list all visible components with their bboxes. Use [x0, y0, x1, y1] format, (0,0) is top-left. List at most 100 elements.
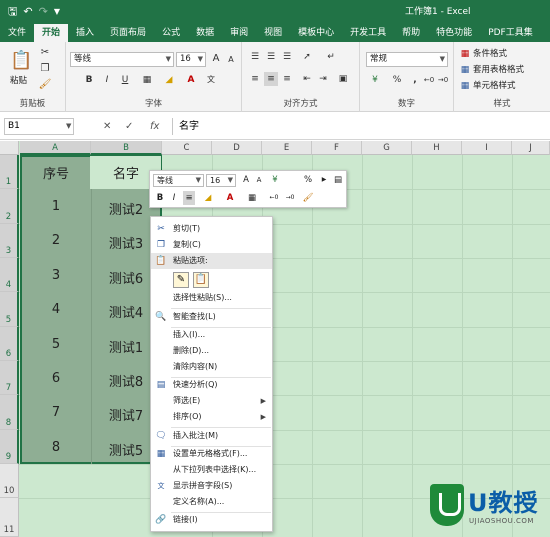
- merge-icon[interactable]: ▣: [336, 72, 350, 86]
- mini-bold-button[interactable]: B: [154, 191, 166, 205]
- menu-item-insert[interactable]: 插入(I)...: [151, 327, 272, 343]
- tab-features[interactable]: 特色功能: [428, 24, 480, 42]
- wrap-text-icon[interactable]: ↵: [324, 50, 338, 64]
- mini-size-combo[interactable]: 16 ▼: [206, 174, 236, 187]
- column-header-i[interactable]: I: [462, 141, 512, 155]
- row-header-9[interactable]: 9: [0, 430, 19, 464]
- increase-decimal-icon[interactable]: ←0: [422, 73, 436, 87]
- tab-pdf-tools[interactable]: PDF工具集: [480, 24, 541, 42]
- tab-file[interactable]: 文件: [0, 24, 34, 42]
- menu-item-filter[interactable]: 筛选(E) ▶: [151, 393, 272, 409]
- table-format-icon[interactable]: ▦: [458, 63, 472, 77]
- align-middle-icon[interactable]: ☰: [264, 50, 278, 64]
- row-header-6[interactable]: 6: [0, 327, 19, 361]
- insert-function-button[interactable]: fx: [150, 118, 159, 135]
- redo-icon[interactable]: ↷: [39, 0, 48, 24]
- tab-insert[interactable]: 插入: [68, 24, 102, 42]
- decrease-decimal-icon[interactable]: →0: [284, 191, 296, 205]
- align-right-icon[interactable]: ≡: [280, 72, 294, 86]
- increase-decimal-icon[interactable]: ←0: [268, 191, 280, 205]
- cell-styles-button[interactable]: 单元格样式: [473, 79, 516, 93]
- chevron-right-icon[interactable]: ▶: [318, 173, 330, 187]
- row-header-7[interactable]: 7: [0, 361, 19, 395]
- menu-item-insert-comment[interactable]: 🗨 插入批注(M): [151, 428, 272, 444]
- align-left-icon[interactable]: ≡: [248, 72, 262, 86]
- underline-button[interactable]: U: [118, 73, 132, 87]
- tab-template-center[interactable]: 模板中心: [290, 24, 342, 42]
- merge-icon[interactable]: ▤: [332, 173, 344, 187]
- menu-item-delete[interactable]: 删除(D)...: [151, 343, 272, 359]
- name-box[interactable]: B1: [4, 118, 74, 135]
- customize-icon[interactable]: ▼: [54, 0, 60, 24]
- chevron-down-icon[interactable]: ▼: [66, 118, 71, 135]
- italic-button[interactable]: I: [100, 73, 114, 87]
- tab-page-layout[interactable]: 页面布局: [102, 24, 154, 42]
- decrease-decimal-icon[interactable]: →0: [436, 73, 450, 87]
- format-painter-icon[interactable]: 🖌: [38, 78, 52, 92]
- row-header-5[interactable]: 5: [0, 292, 19, 327]
- copy-icon[interactable]: ❐: [38, 62, 52, 76]
- bold-button[interactable]: B: [82, 73, 96, 87]
- row-header-11[interactable]: 11: [0, 498, 19, 537]
- align-center-icon[interactable]: ≡: [264, 72, 278, 86]
- mini-percent-button[interactable]: %: [302, 173, 314, 187]
- paste-icon[interactable]: 📋: [10, 50, 32, 72]
- paste-button[interactable]: 粘贴: [10, 74, 27, 88]
- cell-a3[interactable]: 2: [22, 233, 90, 248]
- menu-item-smart-lookup[interactable]: 🔍 智能查找(L): [151, 309, 272, 325]
- number-format-combo[interactable]: 常规 ▼: [366, 52, 448, 67]
- currency-icon[interactable]: ¥: [368, 73, 382, 87]
- fill-color-icon[interactable]: ◢: [162, 73, 176, 87]
- menu-item-paste-special[interactable]: 选择性粘贴(S)...: [151, 290, 272, 306]
- mini-font-combo[interactable]: 等线 ▼: [153, 174, 204, 187]
- menu-item-quick-analysis[interactable]: ▤ 快速分析(Q): [151, 377, 272, 393]
- tab-view[interactable]: 视图: [256, 24, 290, 42]
- column-header-b[interactable]: B: [91, 141, 162, 155]
- undo-icon[interactable]: ↶: [23, 0, 32, 24]
- conditional-format-icon[interactable]: ▦: [458, 47, 472, 61]
- column-header-f[interactable]: F: [312, 141, 362, 155]
- column-header-d[interactable]: D: [212, 141, 262, 155]
- cell-a4[interactable]: 3: [22, 268, 90, 283]
- border-icon[interactable]: ▦: [140, 73, 154, 87]
- cell-a5[interactable]: 4: [22, 302, 90, 317]
- currency-icon[interactable]: ¥: [269, 173, 281, 187]
- orientation-icon[interactable]: ➚: [300, 50, 314, 64]
- row-header-2[interactable]: 2: [0, 189, 19, 224]
- column-header-j[interactable]: J: [512, 141, 550, 155]
- save-icon[interactable]: 🖫: [8, 0, 17, 24]
- shrink-font-button[interactable]: A: [224, 53, 238, 67]
- cell-a7[interactable]: 6: [22, 371, 90, 386]
- align-center-icon[interactable]: ≡: [183, 191, 195, 205]
- row-header-8[interactable]: 8: [0, 395, 19, 430]
- row-header-1[interactable]: 1: [0, 155, 19, 189]
- align-bottom-icon[interactable]: ☰: [280, 50, 294, 64]
- cut-icon[interactable]: ✂: [38, 46, 52, 60]
- menu-item-cut[interactable]: ✂ 剪切(T): [151, 221, 272, 237]
- font-color-icon[interactable]: A: [184, 73, 198, 87]
- decrease-indent-icon[interactable]: ⇤: [300, 72, 314, 86]
- grow-font-icon[interactable]: A: [240, 173, 252, 187]
- tab-review[interactable]: 审阅: [222, 24, 256, 42]
- conditional-format-button[interactable]: 条件格式: [473, 47, 507, 61]
- cell-a6[interactable]: 5: [22, 337, 90, 352]
- tab-data[interactable]: 数据: [188, 24, 222, 42]
- cell-a1[interactable]: 序号: [22, 163, 90, 182]
- table-format-button[interactable]: 套用表格格式: [473, 63, 524, 77]
- menu-item-phonetic[interactable]: 文 显示拼音字段(S): [151, 478, 272, 494]
- menu-item-define-name[interactable]: 定义名称(A)...: [151, 494, 272, 510]
- row-header-3[interactable]: 3: [0, 224, 19, 258]
- cancel-icon[interactable]: ✕: [103, 118, 111, 135]
- border-icon[interactable]: ▦: [246, 191, 258, 205]
- menu-item-sort[interactable]: 排序(O) ▶: [151, 409, 272, 425]
- select-all-corner[interactable]: [0, 141, 19, 155]
- grow-font-button[interactable]: A: [209, 52, 223, 66]
- cell-a8[interactable]: 7: [22, 405, 90, 420]
- cell-a2[interactable]: 1: [22, 199, 90, 214]
- align-top-icon[interactable]: ☰: [248, 50, 262, 64]
- row-header-10[interactable]: 10: [0, 464, 19, 498]
- enter-icon[interactable]: ✓: [125, 118, 133, 135]
- menu-item-clear[interactable]: 清除内容(N): [151, 359, 272, 375]
- column-header-h[interactable]: H: [412, 141, 462, 155]
- fill-color-icon[interactable]: ◢: [202, 191, 214, 205]
